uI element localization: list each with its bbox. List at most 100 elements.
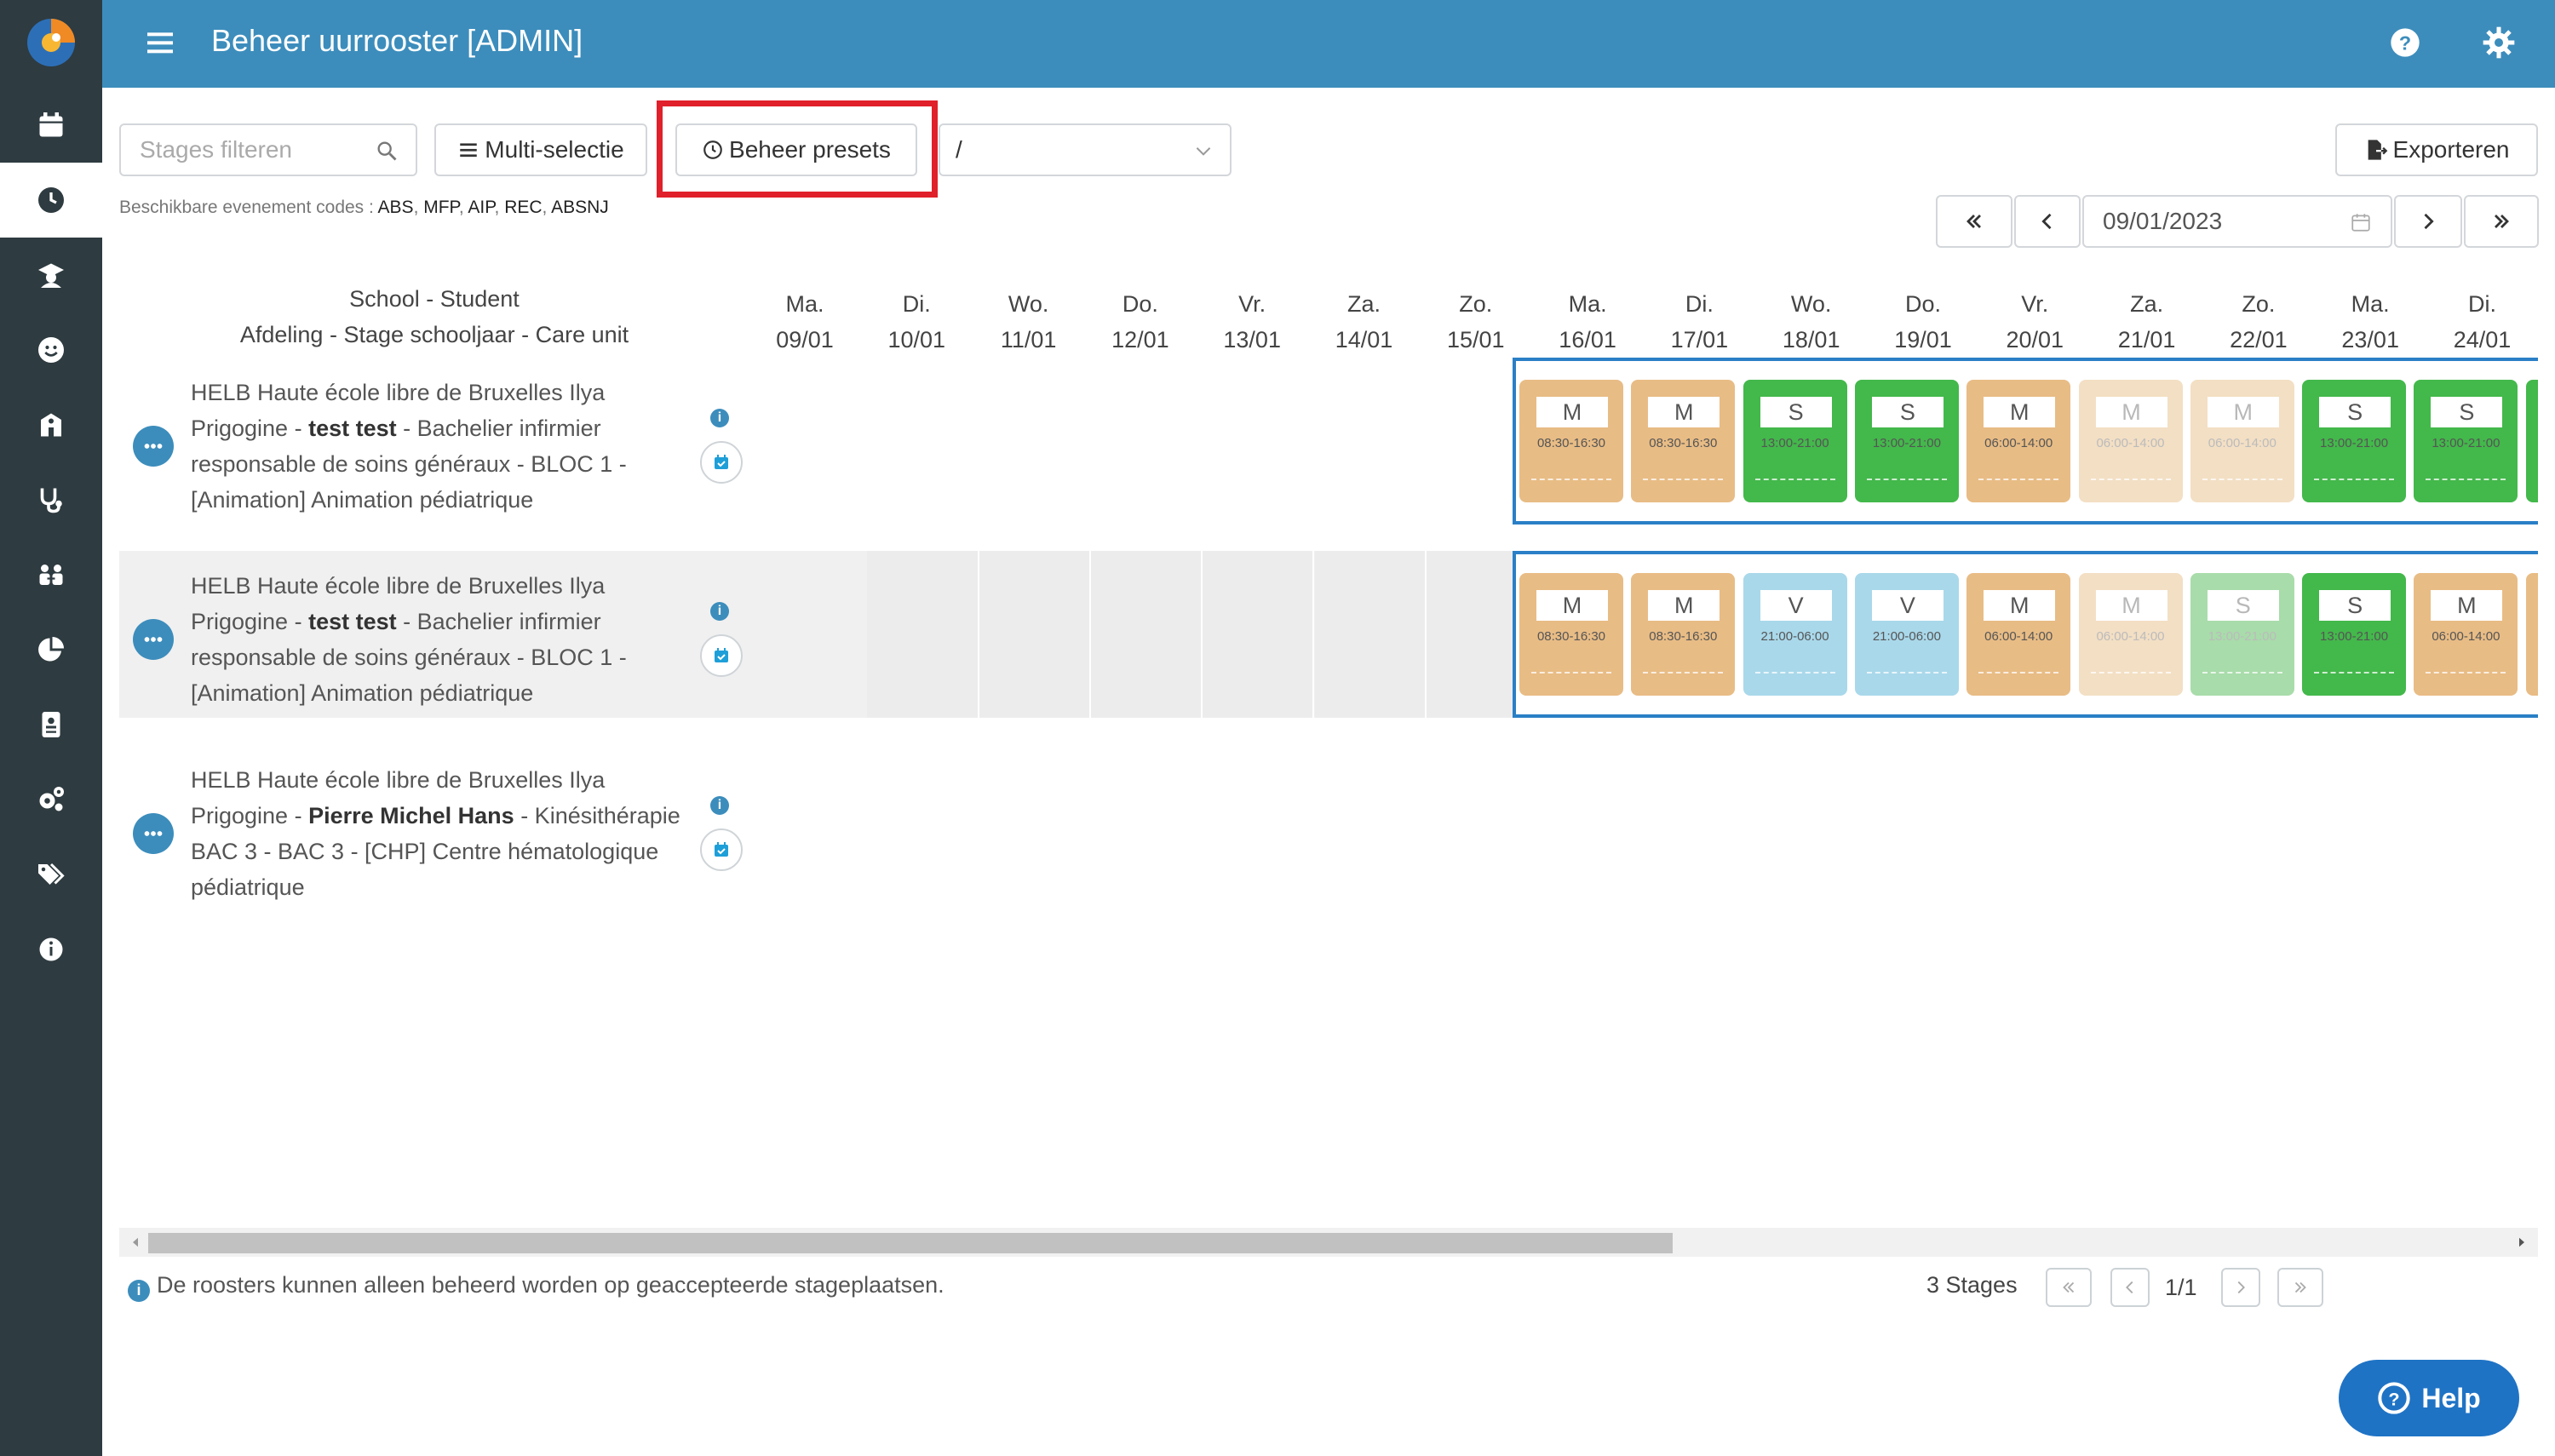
- shift-code: M: [1648, 397, 1720, 427]
- row-calendar-button[interactable]: [700, 441, 743, 484]
- scrollbar-thumb[interactable]: [148, 1233, 1673, 1253]
- sidebar-item-school[interactable]: [0, 387, 102, 462]
- shift-block[interactable]: S 13:00-21:00: [2302, 380, 2407, 502]
- day-header: Do. 12/01: [1085, 286, 1196, 358]
- sidebar-item-tags[interactable]: [0, 837, 102, 912]
- previous-period-button[interactable]: [2014, 195, 2081, 248]
- day-cell[interactable]: [979, 551, 1091, 718]
- preset-select[interactable]: /: [939, 123, 1232, 176]
- day-date: 22/01: [2230, 327, 2288, 353]
- shift-block[interactable]: M 08:30-16:30: [1519, 573, 1623, 696]
- row-calendar-button[interactable]: [700, 634, 743, 677]
- event-code: ABSNJ: [551, 198, 609, 217]
- event-code: ABS: [377, 198, 414, 217]
- footer-note-text: De roosters kunnen alleen beheerd worden…: [157, 1272, 944, 1298]
- shift-block[interactable]: S 13:00-21:00: [2190, 573, 2294, 696]
- shift-block[interactable]: S 13:00-21:00: [2302, 573, 2407, 696]
- day-cell[interactable]: [1090, 551, 1203, 718]
- hamburger-menu-icon[interactable]: [143, 26, 177, 60]
- more-horizontal-icon: [144, 637, 163, 642]
- export-label: Exporteren: [2392, 136, 2510, 163]
- horizontal-scrollbar[interactable]: [119, 1228, 2538, 1257]
- shift-time: 06:00-14:00: [2096, 629, 2165, 644]
- shift-divider: [2090, 479, 2171, 480]
- calendar-check-icon: [715, 648, 728, 662]
- app-logo[interactable]: [0, 0, 102, 88]
- row-actions-button[interactable]: [133, 426, 174, 467]
- stethoscope-icon: [40, 488, 62, 513]
- sidebar-item-settings[interactable]: [0, 762, 102, 837]
- school-icon: [41, 413, 61, 437]
- shift-block[interactable]: M 06:00-14:00: [2190, 380, 2294, 502]
- sidebar-item-clock[interactable]: [0, 163, 102, 238]
- day-cell[interactable]: [867, 551, 979, 718]
- date-input[interactable]: 09/01/2023: [2082, 195, 2392, 248]
- row-actions-button[interactable]: [133, 813, 174, 854]
- shift-block[interactable]: M 06:00-14:00: [2414, 573, 2518, 696]
- day-name: Di.: [2468, 291, 2496, 317]
- schedule-period: M 08:30-16:30 M 08:30-16:30 S 13:00-21:00 S 13:…: [1513, 358, 2538, 525]
- shift-block[interactable]: S 13:00-21:00: [2414, 380, 2518, 502]
- day-date: 19/01: [1894, 327, 1952, 353]
- row-actions-button[interactable]: [133, 619, 174, 660]
- double-chevron-left-icon: [1966, 215, 1981, 228]
- sidebar-item-info[interactable]: [0, 912, 102, 987]
- shift-block[interactable]: V 21:00-06:00: [1854, 573, 1959, 696]
- shift-block[interactable]: M 06:00-14:00: [2078, 573, 2183, 696]
- shift-block[interactable]: V 21:00-06:00: [1743, 573, 1847, 696]
- student-info-line: Prigogine -: [191, 803, 309, 828]
- gear-icon[interactable]: [2482, 26, 2516, 60]
- next-page-button[interactable]: [2221, 1268, 2260, 1307]
- sidebar-item-stethoscope[interactable]: [0, 462, 102, 537]
- day-cell[interactable]: [1203, 551, 1315, 718]
- student-info-line: Prigogine -: [191, 416, 309, 441]
- student-info-line: BAC 3 - BAC 3 - [CHP] Centre hématologiq…: [191, 839, 659, 864]
- sidebar-item-smile[interactable]: [0, 312, 102, 387]
- sidebar-item-id-card[interactable]: [0, 687, 102, 762]
- stage-count: 3 Stages: [1926, 1272, 2018, 1298]
- shift-block[interactable]: M 06:00-14:00: [1966, 573, 2071, 696]
- export-button[interactable]: Exporteren: [2335, 123, 2538, 176]
- help-label: Help: [2421, 1382, 2481, 1413]
- shift-block[interactable]: S 13:00-21:00: [1743, 380, 1847, 502]
- shift-code: M: [1648, 590, 1720, 621]
- first-period-button[interactable]: [1936, 195, 2012, 248]
- shift-block[interactable]: M 06:00-14:00: [1966, 380, 2071, 502]
- student-info-line: - Bachelier infirmier: [396, 609, 601, 634]
- shift-block[interactable]: M 08:30-16:30: [1631, 380, 1736, 502]
- next-period-button[interactable]: [2394, 195, 2462, 248]
- sidebar-item-pie-chart[interactable]: [0, 612, 102, 687]
- shift-block-partial[interactable]: [2525, 380, 2538, 502]
- info-icon[interactable]: i: [710, 796, 729, 815]
- info-icon[interactable]: i: [710, 409, 729, 427]
- footer-note: i De roosters kunnen alleen beheerd worde…: [128, 1272, 944, 1302]
- shift-block[interactable]: M 06:00-14:00: [2078, 380, 2183, 502]
- info-icon[interactable]: i: [710, 602, 729, 621]
- first-page-button[interactable]: [2046, 1268, 2092, 1307]
- help-circle-icon[interactable]: ?: [2388, 26, 2422, 60]
- shift-block-partial[interactable]: [2525, 573, 2538, 696]
- multi-select-button[interactable]: Multi-selectie: [434, 123, 647, 176]
- day-name: Do.: [1904, 291, 1942, 317]
- info-icon: [39, 937, 63, 961]
- last-page-button[interactable]: [2277, 1268, 2323, 1307]
- day-name: Ma.: [785, 291, 824, 317]
- scroll-left-icon[interactable]: [128, 1235, 143, 1250]
- student-info-line: HELB Haute école libre de Bruxelles Ilya: [191, 573, 606, 599]
- stage-filter-input[interactable]: Stages filteren: [119, 123, 417, 176]
- shift-block[interactable]: M 08:30-16:30: [1519, 380, 1623, 502]
- schedule-period: M 08:30-16:30 M 08:30-16:30 V 21:00-06:00 V 21:…: [1513, 551, 2538, 718]
- sidebar-item-people[interactable]: [0, 537, 102, 612]
- calendar-outline-icon: [2351, 214, 2370, 232]
- shift-block[interactable]: M 08:30-16:30: [1631, 573, 1736, 696]
- day-cell[interactable]: [1314, 551, 1427, 718]
- shift-block[interactable]: S 13:00-21:00: [1854, 380, 1959, 502]
- event-code: REC: [504, 198, 543, 217]
- row-calendar-button[interactable]: [700, 828, 743, 871]
- sidebar-item-calendar[interactable]: [0, 88, 102, 163]
- previous-page-button[interactable]: [2110, 1268, 2150, 1307]
- sidebar-item-graduate[interactable]: [0, 238, 102, 312]
- last-period-button[interactable]: [2464, 195, 2539, 248]
- scroll-right-icon[interactable]: [2514, 1235, 2529, 1250]
- help-button[interactable]: ? Help: [2339, 1360, 2519, 1436]
